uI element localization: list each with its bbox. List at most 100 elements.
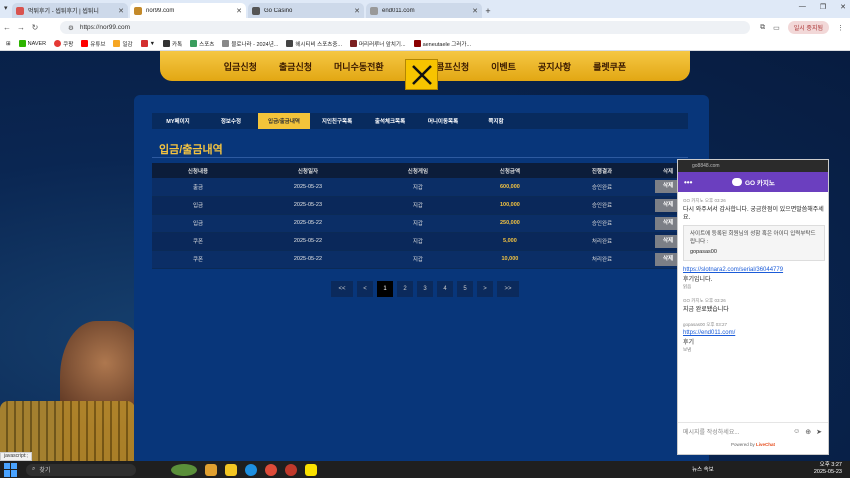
nav-roulette-coupon[interactable]: 룰렛쿠폰	[593, 60, 626, 73]
profile-button[interactable]: 일시 중지됨	[787, 21, 829, 34]
news-widget[interactable]: 뉴스 속보	[692, 465, 714, 473]
page-button-1[interactable]: 1	[377, 281, 393, 297]
tab-money-moves[interactable]: 머니이동목록	[417, 113, 469, 129]
tab-mypage[interactable]: MY페이지	[152, 113, 204, 129]
chat-message-input[interactable]: 메시지를 작성하세요... ☺ ⊕ ➤	[678, 422, 828, 440]
message-meta: GO 카지노 오후 03:26	[683, 198, 726, 203]
bookmark-icon	[349, 40, 357, 47]
new-tab-button[interactable]: +	[482, 3, 494, 18]
cell-game: 지갑	[371, 232, 464, 251]
page-button-3[interactable]: 3	[417, 281, 433, 297]
minimize-icon[interactable]: —	[799, 3, 806, 11]
page-button-2[interactable]: 2	[397, 281, 413, 297]
attach-icon[interactable]: ⊕	[805, 428, 811, 436]
next-page-button[interactable]: >	[477, 281, 493, 297]
sidepanel-icon[interactable]: ▭	[773, 24, 780, 32]
chrome-icon[interactable]	[265, 463, 277, 476]
close-overlay-button[interactable]	[405, 59, 438, 90]
close-tab-icon[interactable]: ✕	[472, 7, 478, 15]
kakaotalk-icon[interactable]	[305, 463, 317, 476]
chat-input-placeholder: 메시지를 작성하세요...	[683, 430, 740, 436]
bookmark-item[interactable]: 머리러루너 앞치기...	[349, 40, 406, 48]
app-icon[interactable]	[285, 463, 297, 476]
nav-withdraw[interactable]: 출금신청	[279, 60, 312, 73]
close-tab-icon[interactable]: ✕	[236, 7, 242, 15]
col-game: 신청게임	[371, 163, 464, 178]
bookmark-icon	[222, 40, 230, 47]
chat-link[interactable]: https://end011.com/	[683, 330, 825, 336]
edge-icon[interactable]	[245, 463, 257, 476]
chat-menu-icon[interactable]: •••	[684, 178, 692, 187]
cell-date: 2025-05-23	[244, 178, 372, 197]
bookmark-item[interactable]: 스포츠	[190, 40, 214, 48]
bookmark-item[interactable]: 유튜브	[81, 40, 105, 48]
emoji-icon[interactable]: ☺	[793, 428, 800, 436]
nav-deposit[interactable]: 입금신청	[224, 60, 257, 73]
bookmark-item[interactable]: 카톡	[163, 40, 182, 48]
send-icon[interactable]: ➤	[816, 428, 822, 436]
tab-referrals[interactable]: 지인친구목록	[311, 113, 363, 129]
tab-messages[interactable]: 쪽지함	[470, 113, 522, 129]
tab-title: end011.com	[382, 7, 415, 14]
browser-tab-3[interactable]: Go Casino ✕	[248, 3, 364, 18]
back-icon[interactable]: ←	[0, 23, 14, 32]
table-row: 출금 2025-05-23 지갑 600,000 승인완료 삭제	[152, 178, 688, 197]
tab-attendance[interactable]: 출석체크목록	[364, 113, 416, 129]
windows-start-icon[interactable]	[4, 462, 18, 477]
url-input[interactable]: ⚙ https://nor99.com	[60, 21, 750, 34]
cell-amount: 10,000	[463, 250, 556, 269]
extensions-icon[interactable]: ⧉	[760, 24, 765, 32]
bookmark-item[interactable]: 블로나라 - 2024년...	[222, 40, 278, 48]
col-type: 신청내용	[152, 163, 245, 178]
nav-money-transfer[interactable]: 머니수동전환	[334, 60, 384, 73]
bookmark-item[interactable]: ▼	[140, 40, 155, 47]
menu-icon[interactable]: ⋮	[837, 24, 844, 32]
forward-icon[interactable]: →	[14, 23, 28, 32]
nav-notice[interactable]: 공지사항	[538, 60, 571, 73]
page-button-5[interactable]: 5	[457, 281, 473, 297]
table-row: 입금 2025-05-23 지갑 100,000 승인완료 삭제	[152, 196, 688, 215]
app-icon[interactable]	[205, 463, 217, 476]
nav-event[interactable]: 이벤트	[491, 60, 516, 73]
naver-icon	[18, 40, 26, 47]
cell-amount: 250,000	[463, 214, 556, 233]
close-tab-icon[interactable]: ✕	[118, 7, 124, 15]
browser-tab-1[interactable]: 먹튀후기 - 씹튀후기 | 씹튀니 ✕	[12, 3, 128, 18]
tab-edit-info[interactable]: 정보수정	[205, 113, 257, 129]
clock-date: 2025-05-23	[813, 469, 842, 475]
cell-date: 2025-05-22	[244, 250, 372, 269]
tab-transactions[interactable]: 입금/출금내역	[258, 113, 310, 129]
last-page-button[interactable]: >>	[497, 281, 519, 297]
mypage-panel: MY페이지 정보수정 입금/출금내역 지인친구목록 출석체크목록 머니이동목록 …	[134, 95, 709, 461]
close-tab-icon[interactable]: ✕	[354, 7, 360, 15]
chat-link[interactable]: https://slotnara2.com/serial/36044779	[683, 267, 825, 273]
url-text: https://nor99.com	[79, 24, 131, 31]
chat-input-actions: ☺ ⊕ ➤	[793, 428, 822, 436]
bookmark-item[interactable]: 쿠팡	[54, 40, 73, 48]
status-url: javascript:;	[0, 452, 32, 461]
bookmark-item[interactable]: aeneutaele 그러가...	[413, 40, 471, 48]
table-row: 쿠폰 2025-05-22 지갑 5,000 처리완료 삭제	[152, 232, 688, 251]
form-card: 사이트에 등록된 회원님의 성함 혹은 아이디 입력부탁드립니다 : gopas…	[683, 225, 825, 261]
cell-amount: 5,000	[463, 232, 556, 251]
bookmark-item[interactable]: 헤시티비 스포츠중...	[286, 40, 342, 48]
browser-tab-2[interactable]: nor99.com ✕	[130, 3, 246, 18]
prev-page-button[interactable]: <	[357, 281, 373, 297]
bookmark-item[interactable]: NAVER	[18, 40, 46, 47]
tab-title: Go Casino	[264, 7, 293, 14]
reload-icon[interactable]: ↻	[28, 23, 42, 32]
maximize-icon[interactable]: ❐	[820, 3, 826, 11]
taskbar-search[interactable]: ⌕ 찾기	[26, 463, 136, 476]
bookmark-item[interactable]: 일감	[113, 40, 133, 48]
tab-search-icon[interactable]: ▾	[4, 4, 8, 12]
first-page-button[interactable]: <<	[331, 281, 353, 297]
apps-icon[interactable]: ⊞	[6, 41, 11, 47]
system-clock[interactable]: 오후 3:27 2025-05-23	[814, 462, 842, 476]
page-button-4[interactable]: 4	[437, 281, 453, 297]
form-card-value: gopasas00	[690, 249, 717, 255]
browser-tab-4[interactable]: end011.com ✕	[366, 3, 482, 18]
file-explorer-icon[interactable]	[225, 463, 237, 476]
site-info-icon[interactable]: ⚙	[68, 24, 74, 32]
close-window-icon[interactable]: ✕	[840, 3, 846, 11]
nav-comp[interactable]: 콤프신청	[436, 60, 469, 73]
